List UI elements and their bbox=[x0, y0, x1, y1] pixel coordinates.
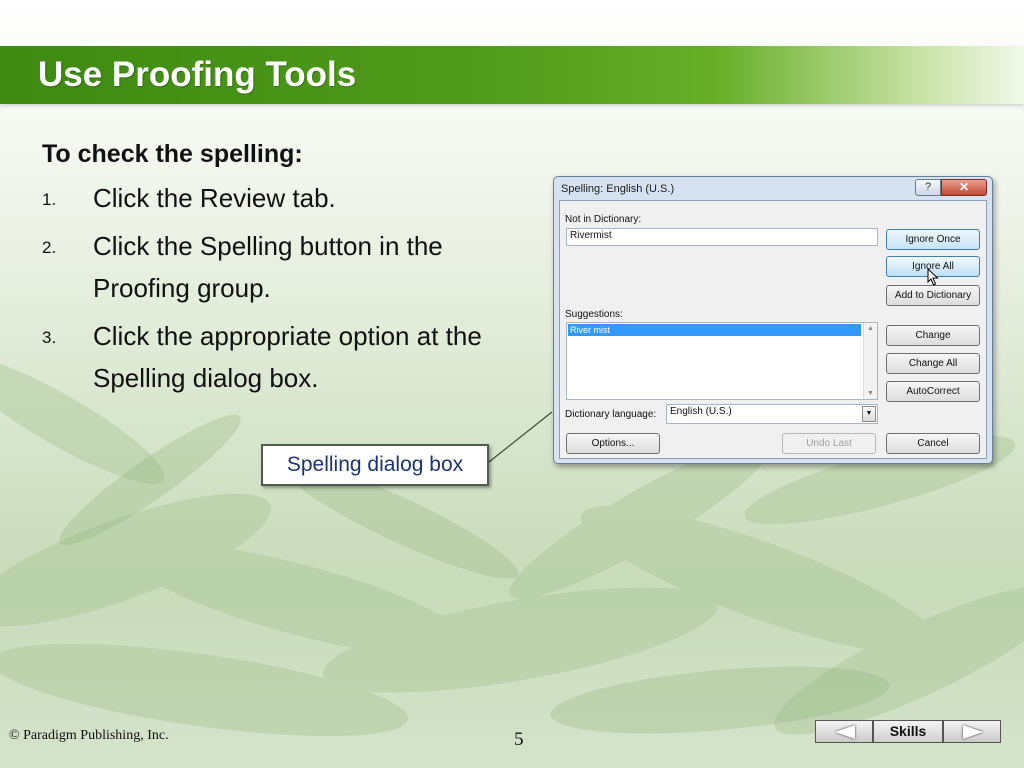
previous-slide-button[interactable] bbox=[815, 720, 873, 743]
title-bar: Use Proofing Tools bbox=[0, 46, 1024, 104]
next-slide-button[interactable] bbox=[943, 720, 1001, 743]
suggestions-label: Suggestions: bbox=[565, 309, 623, 320]
step-number: 1. bbox=[42, 190, 57, 209]
change-all-button[interactable]: Change All bbox=[886, 353, 980, 374]
dialog-body: Not in Dictionary: Rivermist Suggestions… bbox=[559, 200, 987, 459]
not-in-dictionary-label: Not in Dictionary: bbox=[565, 214, 642, 225]
suggestions-scrollbar[interactable]: ▲ ▼ bbox=[863, 323, 877, 399]
cursor-icon bbox=[927, 268, 939, 286]
spelling-dialog: Spelling: English (U.S.) ? ✕ Not in Dict… bbox=[553, 176, 993, 464]
close-button[interactable]: ✕ bbox=[941, 179, 987, 196]
copyright-text: © Paradigm Publishing, Inc. bbox=[9, 728, 169, 743]
step-text: Click the appropriate option at the Spel… bbox=[93, 321, 482, 393]
scroll-down-icon[interactable]: ▼ bbox=[867, 390, 874, 397]
ignore-once-button[interactable]: Ignore Once bbox=[886, 229, 980, 250]
not-in-dictionary-field[interactable]: Rivermist bbox=[566, 228, 878, 246]
step-text: Click the Review tab. bbox=[93, 183, 336, 213]
dialog-title: Spelling: English (U.S.) bbox=[561, 183, 675, 195]
slide-content: To check the spelling: 1. Click the Revi… bbox=[42, 140, 512, 405]
cancel-button[interactable]: Cancel bbox=[886, 433, 980, 454]
page-number: 5 bbox=[514, 729, 524, 750]
steps-list: 1. Click the Review tab. 2. Click the Sp… bbox=[42, 177, 512, 399]
options-button[interactable]: Options... bbox=[566, 433, 660, 454]
content-heading: To check the spelling: bbox=[42, 140, 303, 168]
suggestions-list[interactable]: River mist ▲ ▼ bbox=[566, 322, 878, 400]
step-number: 3. bbox=[42, 328, 57, 347]
callout-label: Spelling dialog box bbox=[261, 444, 489, 486]
step-number: 2. bbox=[42, 238, 57, 257]
dictionary-language-label: Dictionary language: bbox=[565, 409, 657, 420]
dictionary-language-value: English (U.S.) bbox=[670, 406, 732, 417]
step-item: 2. Click the Spelling button in the Proo… bbox=[42, 225, 512, 309]
scroll-up-icon[interactable]: ▲ bbox=[867, 325, 874, 332]
help-button[interactable]: ? bbox=[915, 179, 941, 196]
undo-last-button: Undo Last bbox=[782, 433, 876, 454]
autocorrect-button[interactable]: AutoCorrect bbox=[886, 381, 980, 402]
dictionary-language-select[interactable]: English (U.S.) ▼ bbox=[666, 404, 878, 424]
suggestion-item[interactable]: River mist bbox=[568, 324, 861, 336]
arrow-left-icon bbox=[835, 725, 855, 739]
chevron-down-icon[interactable]: ▼ bbox=[862, 406, 876, 422]
step-text: Click the Spelling button in the Proofin… bbox=[93, 231, 443, 303]
add-to-dictionary-button[interactable]: Add to Dictionary bbox=[886, 285, 980, 306]
arrow-right-icon bbox=[963, 725, 983, 739]
change-button[interactable]: Change bbox=[886, 325, 980, 346]
step-item: 1. Click the Review tab. bbox=[42, 177, 512, 219]
skills-button[interactable]: Skills bbox=[873, 720, 943, 743]
step-item: 3. Click the appropriate option at the S… bbox=[42, 315, 512, 399]
slide-title: Use Proofing Tools bbox=[38, 55, 357, 94]
